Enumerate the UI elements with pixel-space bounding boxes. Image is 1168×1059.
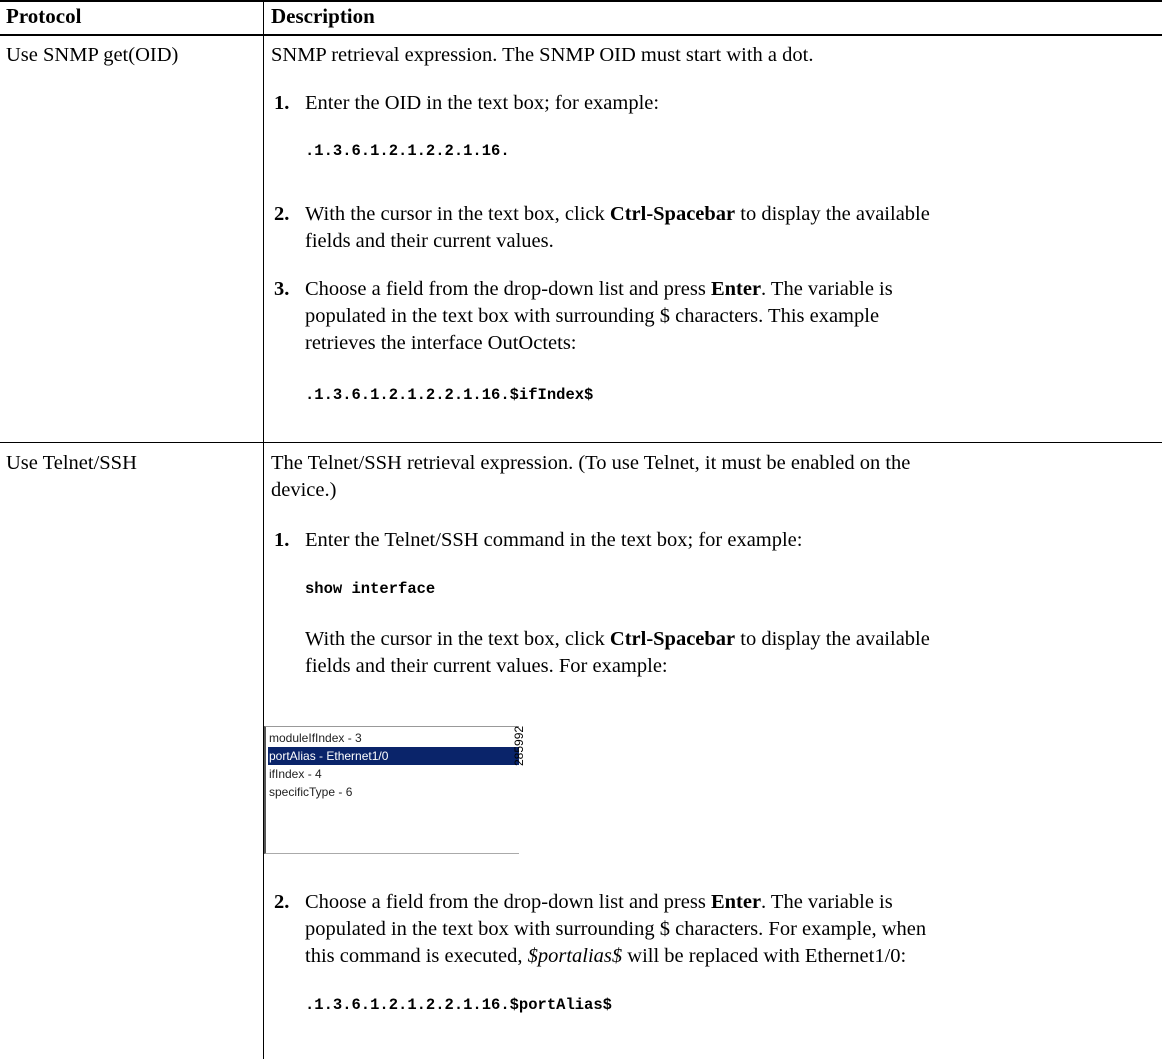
step-text: populated in the text box with surroundi… bbox=[305, 305, 880, 327]
dropdown-item[interactable]: moduleIfIndex - 3 bbox=[268, 729, 519, 747]
protocol-cell-telnet: Use Telnet/SSH bbox=[6, 452, 137, 474]
dropdown-item-selected[interactable]: portAlias - Ethernet1/0 bbox=[268, 747, 519, 765]
header-protocol: Protocol bbox=[6, 4, 82, 28]
step-number: 2. bbox=[274, 203, 290, 225]
step-text: Enter the Telnet/SSH command in the text… bbox=[305, 529, 803, 551]
figure-id: 285992 bbox=[512, 725, 526, 766]
key-name: Enter bbox=[710, 278, 762, 300]
dropdown-list: moduleIfIndex - 3 portAlias - Ethernet1/… bbox=[264, 726, 519, 854]
step-number: 1. bbox=[274, 92, 290, 114]
header-bottom-rule bbox=[0, 34, 1162, 36]
keyboard-shortcut: Ctrl-Spacebar bbox=[609, 628, 736, 650]
code-example: show interface bbox=[305, 580, 436, 598]
description-snmp: SNMP retrieval expression. The SNMP OID … bbox=[271, 44, 814, 66]
table-top-rule bbox=[0, 0, 1162, 2]
step-number: 1. bbox=[274, 529, 290, 551]
step-text: this command is executed, $portalias$ wi… bbox=[305, 945, 907, 967]
code-example: .1.3.6.1.2.1.2.2.1.16.$ifIndex$ bbox=[305, 386, 594, 404]
key-name: Enter bbox=[710, 891, 762, 913]
protocol-cell-snmp: Use SNMP get(OID) bbox=[6, 44, 179, 66]
step-text: fields and their current values. For exa… bbox=[305, 655, 668, 677]
dropdown-screenshot: moduleIfIndex - 3 portAlias - Ethernet1/… bbox=[264, 726, 529, 854]
step-text: With the cursor in the text box, click C… bbox=[305, 203, 930, 225]
dropdown-item[interactable]: ifIndex - 4 bbox=[268, 765, 519, 783]
step-text: fields and their current values. bbox=[305, 230, 554, 252]
step-text: populated in the text box with surroundi… bbox=[305, 918, 927, 940]
column-divider bbox=[263, 0, 264, 1059]
step-number: 2. bbox=[274, 891, 290, 913]
description-telnet: The Telnet/SSH retrieval expression. (To… bbox=[271, 452, 911, 474]
step-text: retrieves the interface OutOctets: bbox=[305, 332, 577, 354]
header-description: Description bbox=[271, 4, 375, 28]
variable-name: $portalias$ bbox=[527, 945, 623, 967]
step-text: Enter the OID in the text box; for examp… bbox=[305, 92, 660, 114]
dropdown-item[interactable]: specificType - 6 bbox=[268, 783, 519, 801]
step-number: 3. bbox=[274, 278, 290, 300]
code-example: .1.3.6.1.2.1.2.2.1.16.$portAlias$ bbox=[305, 996, 612, 1014]
code-example: .1.3.6.1.2.1.2.2.1.16. bbox=[305, 142, 510, 160]
step-text: With the cursor in the text box, click C… bbox=[305, 628, 930, 650]
row-divider bbox=[0, 442, 1162, 443]
keyboard-shortcut: Ctrl-Spacebar bbox=[609, 203, 736, 225]
step-text: Choose a field from the drop-down list a… bbox=[305, 278, 893, 300]
description-telnet: device.) bbox=[271, 479, 337, 501]
step-text: Choose a field from the drop-down list a… bbox=[305, 891, 893, 913]
